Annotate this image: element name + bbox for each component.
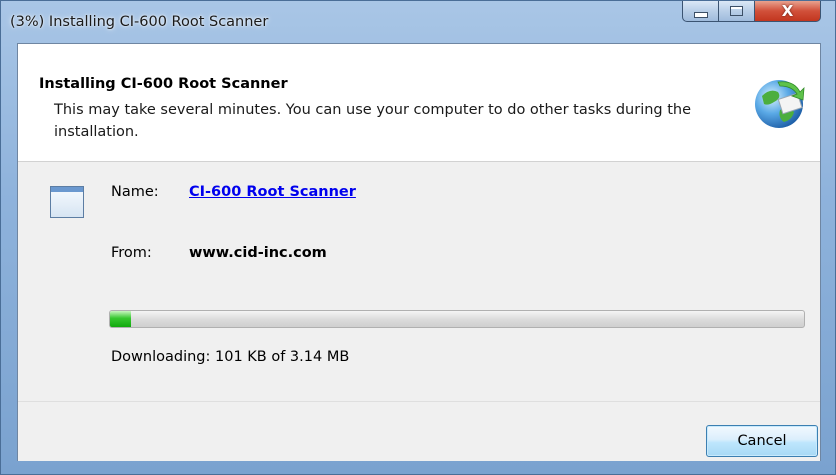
title-bar[interactable]: (3%) Installing CI-600 Root Scanner X xyxy=(1,1,835,43)
dialog-client-area: Installing CI-600 Root Scanner This may … xyxy=(17,43,821,461)
header-title: Installing CI-600 Root Scanner xyxy=(39,76,288,92)
name-label: Name: xyxy=(111,184,159,200)
header-description: This may take several minutes. You can u… xyxy=(54,102,692,140)
minimize-button[interactable] xyxy=(682,1,719,22)
maximize-icon xyxy=(730,6,743,16)
cancel-button[interactable]: Cancel xyxy=(706,425,818,457)
dialog-footer: Cancel xyxy=(18,401,820,461)
close-icon: X xyxy=(781,2,794,20)
minimize-icon xyxy=(693,11,708,18)
dialog-header: Installing CI-600 Root Scanner This may … xyxy=(18,44,820,162)
from-label: From: xyxy=(111,245,152,261)
close-button[interactable]: X xyxy=(755,1,821,22)
dialog-body: Name: CI-600 Root Scanner From: www.cid-… xyxy=(18,162,820,401)
window-title: (3%) Installing CI-600 Root Scanner xyxy=(10,14,269,30)
progress-fill xyxy=(110,311,131,327)
application-window-icon xyxy=(50,186,84,218)
publisher-value: www.cid-inc.com xyxy=(189,245,327,261)
installer-globe-icon xyxy=(755,80,805,128)
caption-buttons: X xyxy=(682,1,821,23)
maximize-button xyxy=(719,1,755,22)
app-name-link[interactable]: CI-600 Root Scanner xyxy=(189,184,356,200)
download-status-text: Downloading: 101 KB of 3.14 MB xyxy=(111,349,350,365)
download-progress-bar xyxy=(109,310,805,328)
installer-window: (3%) Installing CI-600 Root Scanner X In… xyxy=(0,0,836,475)
